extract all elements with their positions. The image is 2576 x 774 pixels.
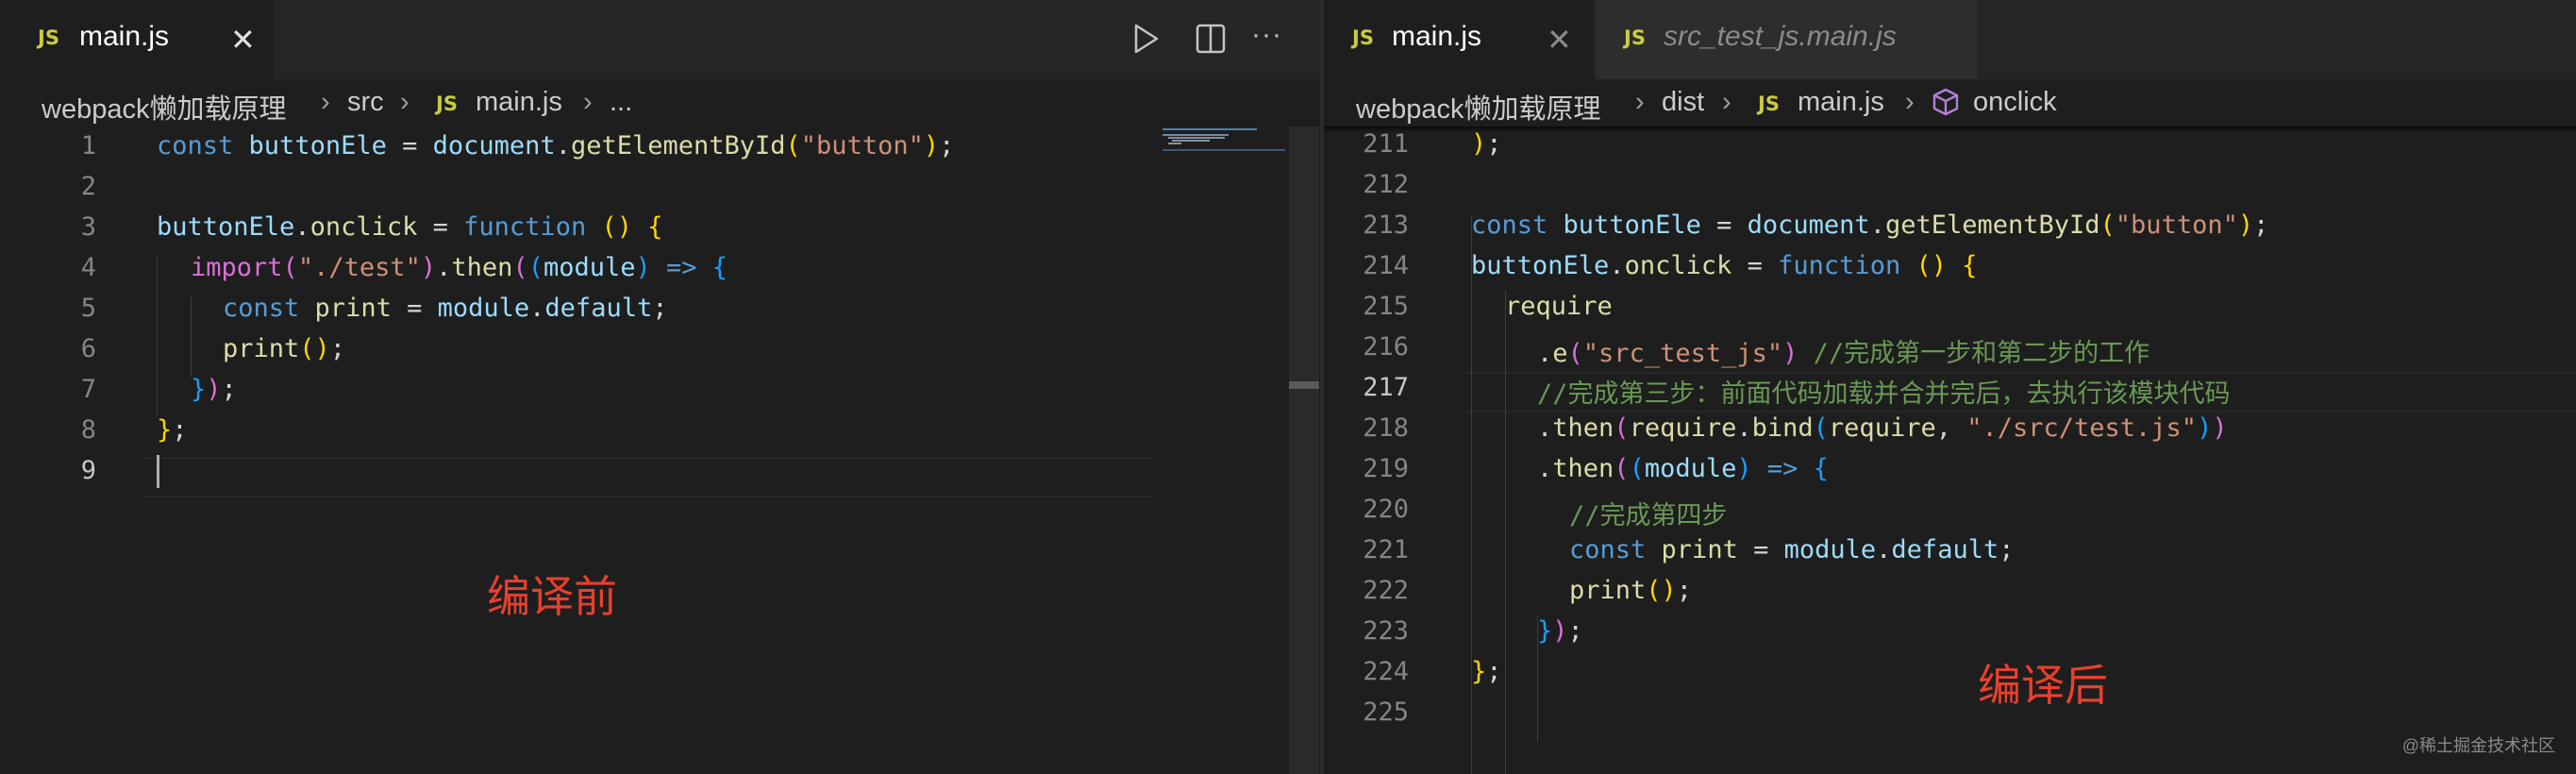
scrollbar-thumb[interactable] [1289, 381, 1319, 389]
breadcrumb-item-file[interactable]: main.js [1798, 87, 1884, 118]
chevron-right-icon: › [1635, 87, 1645, 117]
line-number: 7 [80, 375, 96, 404]
line-number: 220 [1363, 495, 1409, 524]
close-icon[interactable]: ✕ [1547, 25, 1572, 55]
line-number: 213 [1363, 210, 1409, 240]
breadcrumb: webpack懒加载原理 › dist › JS main.js › oncli… [1324, 79, 2576, 126]
code-line: 1 const buttonEle = document.getElementBy… [0, 126, 1320, 167]
code-editor[interactable]: 1 const buttonEle = document.getElementBy… [0, 126, 1320, 774]
left-tab-bar: JS main.js ✕ ··· [0, 0, 1320, 79]
line-number: 211 [1363, 129, 1409, 159]
code-line: 223}); [1324, 612, 2576, 652]
line-number: 215 [1363, 292, 1409, 321]
code-line: 7}); [0, 370, 1320, 411]
line-number: 1 [80, 131, 96, 160]
code-line: 3 buttonEle.onclick = function () { [0, 208, 1320, 248]
right-tab-bar: JS main.js ✕ JS src_test_js.main.js [1324, 0, 2576, 79]
line-number: 214 [1363, 251, 1409, 280]
chevron-right-icon: › [400, 87, 410, 117]
code-line: 222 print(); [1324, 571, 2576, 612]
code-line: 2 [0, 167, 1320, 208]
js-file-icon: JS [1624, 26, 1646, 49]
code-line: 225 [1324, 693, 2576, 733]
line-number: 222 [1363, 576, 1409, 605]
code-line: 219 .then((module) => { [1324, 449, 2576, 490]
code-line: 8}; [0, 411, 1320, 451]
code-line: 5 const print = module.default; [0, 289, 1320, 329]
close-icon[interactable]: ✕ [230, 25, 256, 55]
line-number: 212 [1363, 170, 1409, 199]
tab-label: src_test_js.main.js [1664, 21, 1897, 52]
breadcrumb-item-more[interactable]: ... [610, 87, 632, 118]
line-number: 219 [1363, 454, 1409, 483]
code-line: 221 const print = module.default; [1324, 530, 2576, 571]
scrollbar-track[interactable] [1289, 126, 1319, 774]
line-number-current: 217 [1363, 373, 1409, 402]
more-actions-icon[interactable]: ··· [1251, 19, 1282, 51]
breadcrumb-item-folder[interactable]: webpack懒加载原理 [42, 87, 286, 126]
line-number: 3 [80, 212, 96, 242]
watermark: @稀土掘金技术社区 [2401, 736, 2555, 755]
js-file-icon: JS [38, 26, 59, 49]
right-editor-pane: JS main.js ✕ JS src_test_js.main.js webp… [1324, 0, 2576, 774]
code-line: 215 require [1324, 287, 2576, 328]
split-editor-icon[interactable] [1195, 23, 1227, 59]
chevron-right-icon: › [321, 87, 330, 117]
line-number: 225 [1363, 698, 1409, 727]
code-line: 220//完成第四步 [1324, 490, 2576, 530]
chevron-right-icon: › [1722, 87, 1731, 117]
run-icon[interactable] [1132, 23, 1161, 59]
tab-main-js[interactable]: JS main.js ✕ [1324, 0, 1594, 79]
js-file-icon: JS [1352, 26, 1374, 49]
breadcrumb-item-file[interactable]: main.js [476, 87, 562, 118]
code-line: 216 .e("src_test_js") //完成第一步和第二步的工作 [1324, 328, 2576, 368]
code-line: 217//完成第三步：前面代码加载并合并完后，去执行该模块代码 [1324, 368, 2576, 409]
code-line: 213 const buttonEle = document.getElement… [1324, 206, 2576, 246]
code-line: 218 .then(require.bind(require, "./src/te… [1324, 409, 2576, 449]
js-file-icon: JS [1758, 93, 1780, 115]
code-line: 9 [0, 451, 1320, 492]
text-cursor [157, 455, 159, 488]
breadcrumb: webpack懒加载原理 › src › JS main.js › ... [0, 79, 1320, 126]
line-number: 221 [1363, 535, 1409, 564]
chevron-right-icon: › [583, 87, 593, 117]
code-line: 214 buttonEle.onclick = function () { [1324, 246, 2576, 287]
code-line: 6 print(); [0, 329, 1320, 370]
annotation-label: 编译前 [487, 572, 617, 621]
code-line: 224}; [1324, 652, 2576, 693]
annotation-label: 编译后 [1978, 661, 2108, 710]
breadcrumb-item-folder[interactable]: webpack懒加载原理 [1356, 87, 1600, 126]
line-number: 218 [1363, 413, 1409, 443]
breadcrumb-item-src[interactable]: src [347, 87, 384, 118]
line-number: 224 [1363, 657, 1409, 686]
js-file-icon: JS [436, 93, 458, 115]
breadcrumb-item-dist[interactable]: dist [1662, 87, 1704, 118]
line-number: 6 [80, 334, 96, 363]
line-number: 8 [80, 415, 96, 445]
minimap[interactable] [1163, 126, 1285, 164]
left-editor-pane: JS main.js ✕ ··· webpack懒加载原理 › src › JS… [0, 0, 1320, 774]
tab-label: main.js [79, 21, 170, 52]
tab-main-js[interactable]: JS main.js ✕ [0, 0, 274, 79]
chevron-right-icon: › [1905, 87, 1915, 117]
line-number-current: 9 [80, 456, 96, 485]
line-number: 5 [80, 294, 96, 323]
line-number: 216 [1363, 332, 1409, 362]
breadcrumb-item-symbol[interactable]: onclick [1973, 87, 2057, 118]
line-number: 4 [80, 253, 96, 282]
code-line: 211); [1324, 125, 2576, 165]
tab-label: main.js [1392, 21, 1482, 52]
code-line: 4 import("./test").then((module) => { [0, 248, 1320, 289]
line-number: 223 [1363, 616, 1409, 646]
tab-src-test-js[interactable]: JS src_test_js.main.js [1596, 0, 1977, 79]
line-number: 2 [80, 172, 96, 201]
code-line: 212 [1324, 165, 2576, 206]
method-cube-icon [1932, 87, 1960, 125]
code-editor[interactable]: 211); 212 213 const buttonEle = document.… [1324, 125, 2576, 774]
